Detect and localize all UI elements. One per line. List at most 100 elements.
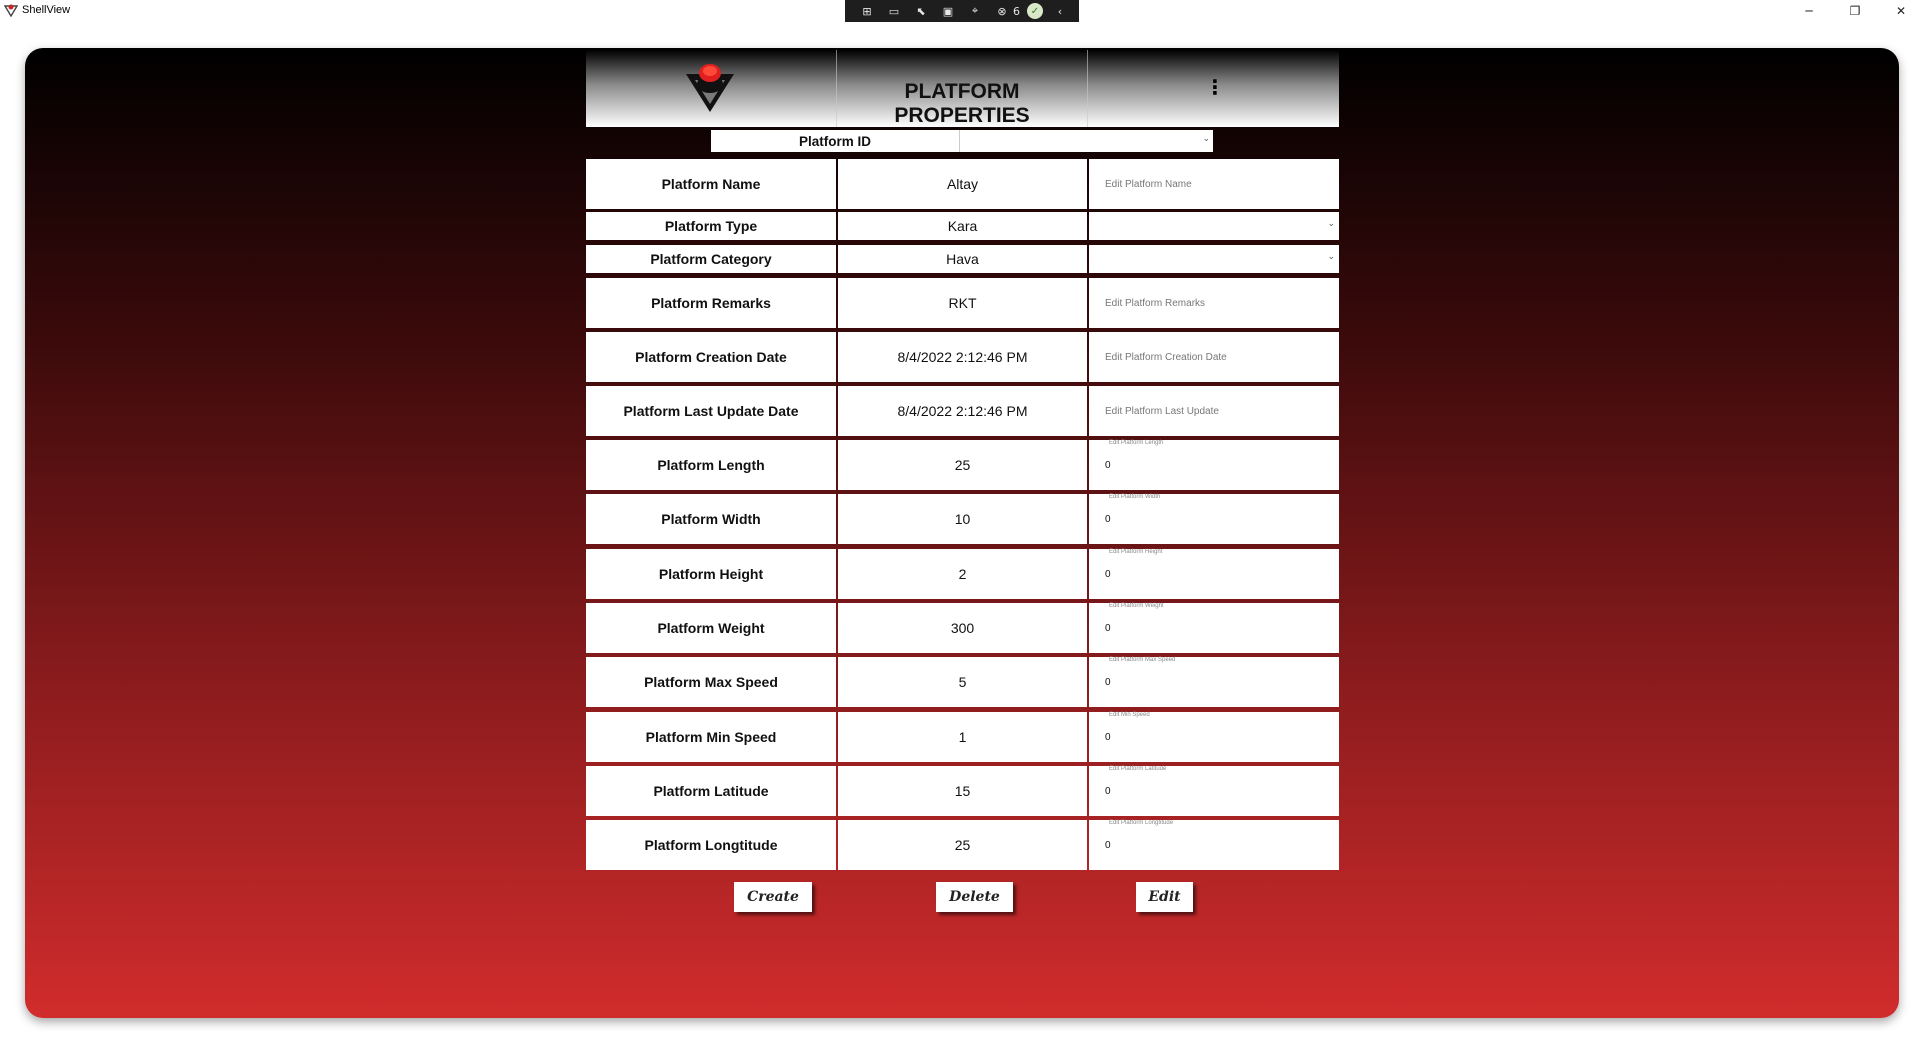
- input-floating-hint: Edit Platform Latitude: [1109, 766, 1167, 772]
- input-floating-hint: Edit Platform Height: [1109, 549, 1163, 555]
- property-row-platform-last-update-date: Platform Last Update Date 8/4/2022 2:12:4…: [586, 386, 1339, 436]
- property-value: 8/4/2022 2:12:46 PM: [838, 332, 1087, 382]
- input-value: 0: [1105, 839, 1111, 851]
- platform-id-select[interactable]: ⌄: [960, 130, 1213, 152]
- app-logo-icon: [4, 4, 18, 17]
- more-options-icon[interactable]: ⋮: [1205, 76, 1225, 98]
- live-visual-tree-icon[interactable]: ⊞: [857, 3, 877, 19]
- input-value: 0: [1105, 568, 1111, 580]
- window-title-bar: ShellView ⊞ ▭ ⬉ ▣ ⌖ ⊗ 6 ✓ ‹ ─ ❐ ✕: [0, 0, 1920, 22]
- property-label: Platform Max Speed: [586, 657, 836, 707]
- minimize-button[interactable]: ─: [1786, 0, 1832, 22]
- input-value: 0: [1105, 785, 1111, 797]
- property-input[interactable]: Edit Platform Last Update: [1089, 386, 1339, 436]
- property-value: 10: [838, 494, 1087, 544]
- window-title: ShellView: [22, 4, 71, 16]
- property-value: 8/4/2022 2:12:46 PM: [838, 386, 1087, 436]
- property-input[interactable]: Edit Platform Weight 0: [1089, 603, 1339, 653]
- property-row-platform-max-speed: Platform Max Speed 5 Edit Platform Max Spe…: [586, 657, 1339, 707]
- page-title: PLATFORM PROPERTIES: [894, 80, 1030, 127]
- input-floating-hint: Edit Platform Max Speed: [1109, 657, 1176, 663]
- property-label: Platform Height: [586, 549, 836, 599]
- input-floating-hint: Edit Platform Length: [1109, 440, 1164, 446]
- property-value: 2: [838, 549, 1087, 599]
- track-focus-icon[interactable]: ⌖: [965, 3, 985, 19]
- input-floating-hint: Edit Platform Longtitude: [1109, 820, 1174, 826]
- record-icon[interactable]: ▭: [884, 3, 904, 19]
- input-placeholder: Edit Platform Last Update: [1105, 405, 1219, 417]
- property-input[interactable]: Edit Platform Width 0: [1089, 494, 1339, 544]
- property-row-platform-remarks: Platform Remarks RKT Edit Platform Remarks: [586, 278, 1339, 328]
- property-dropdown[interactable]: ⌄: [1089, 245, 1339, 273]
- property-label: Platform Type: [586, 212, 836, 240]
- property-value: Kara: [838, 212, 1087, 240]
- property-label: Platform Min Speed: [586, 712, 836, 762]
- input-value: 0: [1105, 459, 1111, 471]
- restore-button[interactable]: ❐: [1832, 0, 1878, 22]
- property-row-platform-longtitude: Platform Longtitude 25 Edit Platform Longt…: [586, 820, 1339, 870]
- property-row-platform-creation-date: Platform Creation Date 8/4/2022 2:12:46 P…: [586, 332, 1339, 382]
- property-row-platform-width: Platform Width 10 Edit Platform Width 0: [586, 494, 1339, 544]
- header-divider: [1087, 50, 1088, 127]
- property-row-platform-type: Platform Type Kara ⌄: [586, 212, 1339, 240]
- property-row-platform-height: Platform Height 2 Edit Platform Height 0: [586, 549, 1339, 599]
- hot-reload-icon[interactable]: ✓: [1027, 3, 1043, 19]
- property-label: Platform Name: [586, 159, 836, 209]
- input-value: 0: [1105, 731, 1111, 743]
- property-value: RKT: [838, 278, 1087, 328]
- property-row-platform-latitude: Platform Latitude 15 Edit Platform Latitud…: [586, 766, 1339, 816]
- property-value: 15: [838, 766, 1087, 816]
- property-label: Platform Creation Date: [586, 332, 836, 382]
- property-label: Platform Remarks: [586, 278, 836, 328]
- edit-button[interactable]: Edit: [1136, 882, 1193, 912]
- property-label: Platform Length: [586, 440, 836, 490]
- property-row-platform-min-speed: Platform Min Speed 1 Edit Min Speed 0: [586, 712, 1339, 762]
- input-value: 0: [1105, 622, 1111, 634]
- chevron-down-icon: ⌄: [1327, 251, 1335, 261]
- property-input[interactable]: Edit Platform Max Speed 0: [1089, 657, 1339, 707]
- input-placeholder: Edit Platform Creation Date: [1105, 351, 1227, 363]
- header: PLATFORM PROPERTIES ⋮: [586, 50, 1339, 127]
- input-placeholder: Edit Platform Remarks: [1105, 297, 1206, 309]
- property-label: Platform Weight: [586, 603, 836, 653]
- property-row-platform-name: Platform Name Altay Edit Platform Name: [586, 159, 1339, 209]
- binding-failures-count: 6: [1013, 4, 1020, 18]
- company-logo-icon: [686, 64, 734, 112]
- property-value: 300: [838, 603, 1087, 653]
- property-input[interactable]: Edit Platform Longtitude 0: [1089, 820, 1339, 870]
- property-value: 5: [838, 657, 1087, 707]
- property-dropdown[interactable]: ⌄: [1089, 212, 1339, 240]
- property-value: 25: [838, 820, 1087, 870]
- property-input[interactable]: Edit Platform Latitude 0: [1089, 766, 1339, 816]
- delete-button[interactable]: Delete: [936, 882, 1013, 912]
- platform-id-row: Platform ID ⌄: [711, 130, 1213, 152]
- input-value: 0: [1105, 513, 1111, 525]
- input-floating-hint: Edit Platform Width: [1109, 494, 1161, 500]
- close-button[interactable]: ✕: [1878, 0, 1920, 22]
- chevron-down-icon: ⌄: [1202, 134, 1210, 144]
- select-element-icon[interactable]: ⬉: [911, 3, 931, 19]
- platform-id-label: Platform ID: [711, 130, 960, 152]
- binding-failures-icon[interactable]: ⊗: [992, 3, 1012, 19]
- property-value: 25: [838, 440, 1087, 490]
- collapse-icon[interactable]: ‹: [1050, 3, 1070, 19]
- chevron-down-icon: ⌄: [1327, 218, 1335, 228]
- property-input[interactable]: Edit Min Speed 0: [1089, 712, 1339, 762]
- input-floating-hint: Edit Platform Weight: [1109, 603, 1164, 609]
- property-input[interactable]: Edit Platform Length 0: [1089, 440, 1339, 490]
- xaml-debug-toolbar: ⊞ ▭ ⬉ ▣ ⌖ ⊗ 6 ✓ ‹: [845, 0, 1079, 22]
- property-row-platform-length: Platform Length 25 Edit Platform Length 0: [586, 440, 1339, 490]
- property-label: Platform Longtitude: [586, 820, 836, 870]
- display-layout-icon[interactable]: ▣: [938, 3, 958, 19]
- create-button[interactable]: Create: [734, 882, 812, 912]
- property-label: Platform Width: [586, 494, 836, 544]
- property-input[interactable]: Edit Platform Name: [1089, 159, 1339, 209]
- property-input[interactable]: Edit Platform Creation Date: [1089, 332, 1339, 382]
- property-label: Platform Category: [586, 245, 836, 273]
- input-floating-hint: Edit Min Speed: [1109, 712, 1150, 718]
- property-label: Platform Latitude: [586, 766, 836, 816]
- property-value: 1: [838, 712, 1087, 762]
- property-input[interactable]: Edit Platform Remarks: [1089, 278, 1339, 328]
- property-input[interactable]: Edit Platform Height 0: [1089, 549, 1339, 599]
- main-panel: PLATFORM PROPERTIES ⋮ Platform ID ⌄ Plat…: [25, 48, 1899, 1018]
